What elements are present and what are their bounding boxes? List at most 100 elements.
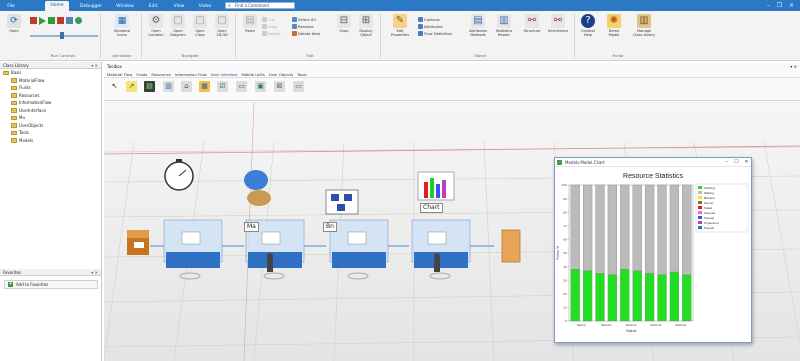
tree-item-informationflow[interactable]: InformationFlow — [0, 99, 101, 107]
toolbox-tab-material-flow[interactable]: Material Flow — [107, 71, 132, 77]
tree-item-mu[interactable]: Mu — [0, 114, 101, 122]
open-2d3d-button[interactable]: ▢ Open 2D/3D — [212, 14, 232, 37]
report-tool-icon[interactable]: ▦ — [199, 81, 210, 92]
tab-view[interactable]: View — [172, 2, 186, 11]
checkbox-tool-icon[interactable]: ☑ — [217, 81, 228, 92]
pointer-tool-icon[interactable]: ↖ — [109, 81, 120, 92]
tree-item-resources[interactable]: Resources — [0, 92, 101, 100]
toolbox-tab-information-flow[interactable]: Information Flow — [175, 71, 207, 77]
structure-object[interactable] — [325, 189, 359, 215]
tree-item-fluids[interactable]: Fluids — [0, 84, 101, 92]
tree-item-tools[interactable]: Tools — [0, 129, 101, 137]
start-icon[interactable] — [39, 17, 46, 25]
tab-debugger[interactable]: Debugger — [76, 2, 106, 11]
y-tick-label: 50 — [563, 251, 567, 255]
chart-window-titlebar[interactable]: Models.Model.Chart – ☐ ✕ — [555, 158, 751, 167]
pane-close-icon[interactable]: ▾ ✕ — [91, 269, 98, 276]
dropdown-tool-icon[interactable]: ▭ — [293, 81, 304, 92]
toolbox-tab-mobile-units[interactable]: Mobile Units — [242, 71, 265, 77]
bar-waiting — [595, 184, 605, 274]
minimize-icon[interactable]: – — [764, 1, 773, 10]
chart-window[interactable]: Models.Model.Chart – ☐ ✕ Resource Statis… — [554, 157, 752, 343]
chart-tool-icon[interactable]: ↗ — [126, 81, 137, 92]
speed-slider-thumb[interactable] — [60, 32, 64, 39]
comment-tool-icon[interactable]: ⌂ — [181, 81, 192, 92]
cut-button[interactable]: Cut — [262, 17, 275, 22]
display-object-button[interactable]: ⊞ Display Object — [356, 14, 376, 37]
inheritance-button[interactable]: ⚯ Inheritance — [546, 14, 570, 33]
display-tool-icon[interactable]: ▤ — [144, 81, 155, 92]
manage-class-library-button[interactable]: ▥ Manage Class library — [632, 14, 656, 37]
context-help-button[interactable]: ? Context Help — [578, 14, 598, 37]
image-tool-icon[interactable]: ▣ — [255, 81, 266, 92]
attributes-methods-button[interactable]: ▤ Attributes Methods — [466, 14, 490, 37]
command-search-input[interactable]: Find a Command — [225, 2, 295, 9]
tree-item-basis[interactable]: Basis — [0, 69, 101, 77]
pane-close-icon[interactable]: ▾ ✕ — [790, 63, 797, 71]
copy-button[interactable]: Copy — [262, 24, 278, 29]
table-tool-icon[interactable]: ▥ — [163, 81, 174, 92]
speed-slider[interactable] — [30, 35, 98, 37]
event-debugger-icon[interactable] — [75, 17, 82, 24]
flow-definition-button[interactable]: Flow Definition — [418, 31, 452, 36]
dialog-tool-icon[interactable]: ▭ — [236, 81, 247, 92]
structure-button[interactable]: ⚯ Structure — [520, 14, 544, 33]
tab-home[interactable]: Home — [45, 1, 69, 11]
tree-item-materialflow[interactable]: MaterialFlow — [0, 77, 101, 85]
close-icon[interactable]: ✕ — [742, 158, 751, 167]
add-to-favorites-button[interactable]: + Add to Favorites — [4, 280, 98, 289]
open-diagram-button[interactable]: ▢ Open Diagram — [168, 14, 188, 37]
legend-label: Stopped — [704, 211, 716, 215]
select-all-button[interactable]: Select All — [292, 17, 316, 22]
restore-icon[interactable]: ❐ — [775, 1, 784, 10]
toolbox-tab-resources[interactable]: Resources — [151, 71, 170, 77]
open-class-button[interactable]: ▢ Open Class — [190, 14, 210, 37]
delete-item-button[interactable]: Delete Item — [292, 31, 320, 36]
delete-icon — [262, 31, 267, 36]
tab-window[interactable]: Window — [114, 2, 136, 11]
minimize-icon[interactable]: – — [722, 158, 731, 167]
chart-object[interactable] — [417, 171, 455, 201]
stop-icon[interactable] — [57, 17, 64, 24]
legend-label: Paused — [704, 216, 715, 220]
legend-swatch — [698, 186, 702, 189]
folder-icon — [11, 130, 17, 135]
bar-waiting — [644, 184, 655, 274]
close-icon[interactable]: × — [787, 1, 796, 10]
button-tool-icon[interactable]: ⊠ — [274, 81, 285, 92]
open-location-button[interactable]: ⚙ Open Location — [146, 14, 166, 37]
rename-button[interactable]: Rename — [292, 24, 314, 29]
tab-video[interactable]: Video — [198, 2, 212, 11]
toolbox-tab-user-interface[interactable]: User Interface — [211, 71, 238, 77]
snap-button[interactable]: ⊟ Snap — [334, 14, 354, 33]
edit-properties-button[interactable]: ✎ Edit Properties — [388, 14, 412, 37]
statistics-report-button[interactable]: ▥ Statistics Report — [492, 14, 516, 37]
y-tick-label: 60 — [563, 238, 567, 242]
tree-item-userobjects[interactable]: UserObjects — [0, 122, 101, 130]
ribbon-tab-strip: File Home Debugger Window Edit View Vide… — [0, 0, 800, 11]
fast-forward-icon[interactable] — [66, 17, 73, 24]
controls-button[interactable]: Controls — [418, 17, 440, 22]
tree-item-models[interactable]: Models — [0, 137, 101, 145]
pane-close-icon[interactable]: ▾ ✕ — [91, 62, 98, 69]
tree-item-userinterface[interactable]: UserInterface — [0, 107, 101, 115]
toolbox-tab-tools[interactable]: Tools — [297, 71, 306, 77]
tab-edit[interactable]: Edit — [146, 2, 160, 11]
reset-icon[interactable] — [30, 17, 37, 24]
delete-button[interactable]: Delete — [262, 31, 280, 36]
drain-object[interactable] — [501, 229, 521, 263]
maximize-icon[interactable]: ☐ — [732, 158, 741, 167]
source-object[interactable] — [127, 230, 149, 255]
tab-file[interactable]: File — [0, 2, 22, 11]
attributes-button[interactable]: Attributes — [418, 24, 443, 29]
standard-icons-button[interactable]: ▦ Standard Icons — [110, 14, 134, 37]
toolbox-tab-fluids[interactable]: Fluids — [136, 71, 147, 77]
open-button[interactable]: ⟳ Open — [4, 14, 24, 33]
paste-button[interactable]: ▤ Paste — [240, 14, 260, 33]
toolbox-tab-user-objects[interactable]: User Objects — [269, 71, 293, 77]
group-label-portal: Portal — [612, 53, 624, 58]
folder-icon — [11, 115, 17, 120]
step-icon[interactable] — [48, 17, 55, 24]
demo-model-button[interactable]: ✺ Demo Model — [604, 14, 624, 37]
bar-working — [644, 273, 655, 322]
